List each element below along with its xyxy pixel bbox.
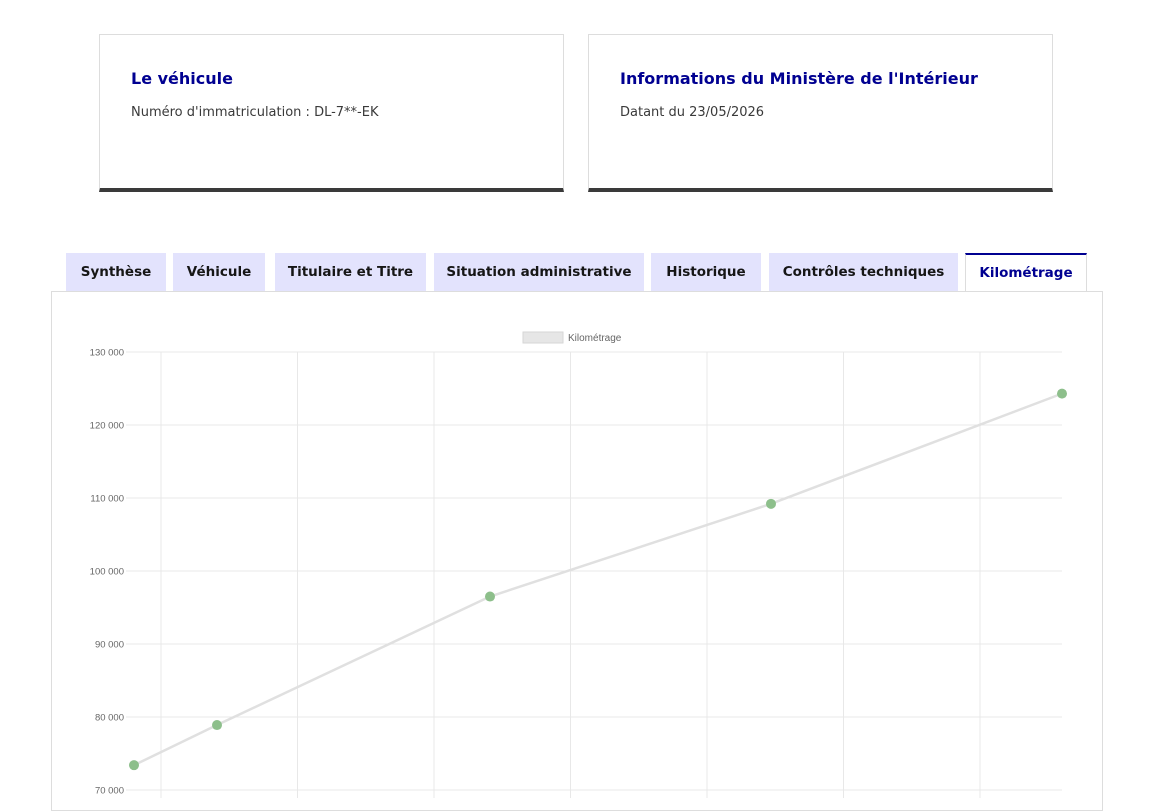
tab-kilometrage[interactable]: Kilométrage	[965, 253, 1087, 293]
ministry-data-date: Datant du 23/05/2026	[620, 105, 765, 120]
tab-historique[interactable]: Historique	[651, 253, 761, 292]
vehicle-card: Le véhicule Numéro d'immatriculation : D…	[99, 34, 564, 192]
ministry-card-title: Informations du Ministère de l'Intérieur	[620, 69, 978, 88]
cards-row: Le véhicule Numéro d'immatriculation : D…	[99, 34, 1055, 196]
registration-number: Numéro d'immatriculation : DL-7**-EK	[131, 105, 379, 120]
tab-controles-techniques[interactable]: Contrôles techniques	[769, 253, 958, 292]
tab-synthese[interactable]: Synthèse	[66, 253, 166, 292]
ministry-card: Informations du Ministère de l'Intérieur…	[588, 34, 1053, 192]
tab-vehicule[interactable]: Véhicule	[173, 253, 265, 292]
tab-titulaire-et-titre[interactable]: Titulaire et Titre	[275, 253, 426, 292]
tab-panel-kilometrage	[51, 291, 1103, 811]
tab-situation-administrative[interactable]: Situation administrative	[434, 253, 644, 292]
tab-list: Synthèse Véhicule Titulaire et Titre Sit…	[66, 253, 1106, 293]
vehicle-card-title: Le véhicule	[131, 69, 233, 88]
